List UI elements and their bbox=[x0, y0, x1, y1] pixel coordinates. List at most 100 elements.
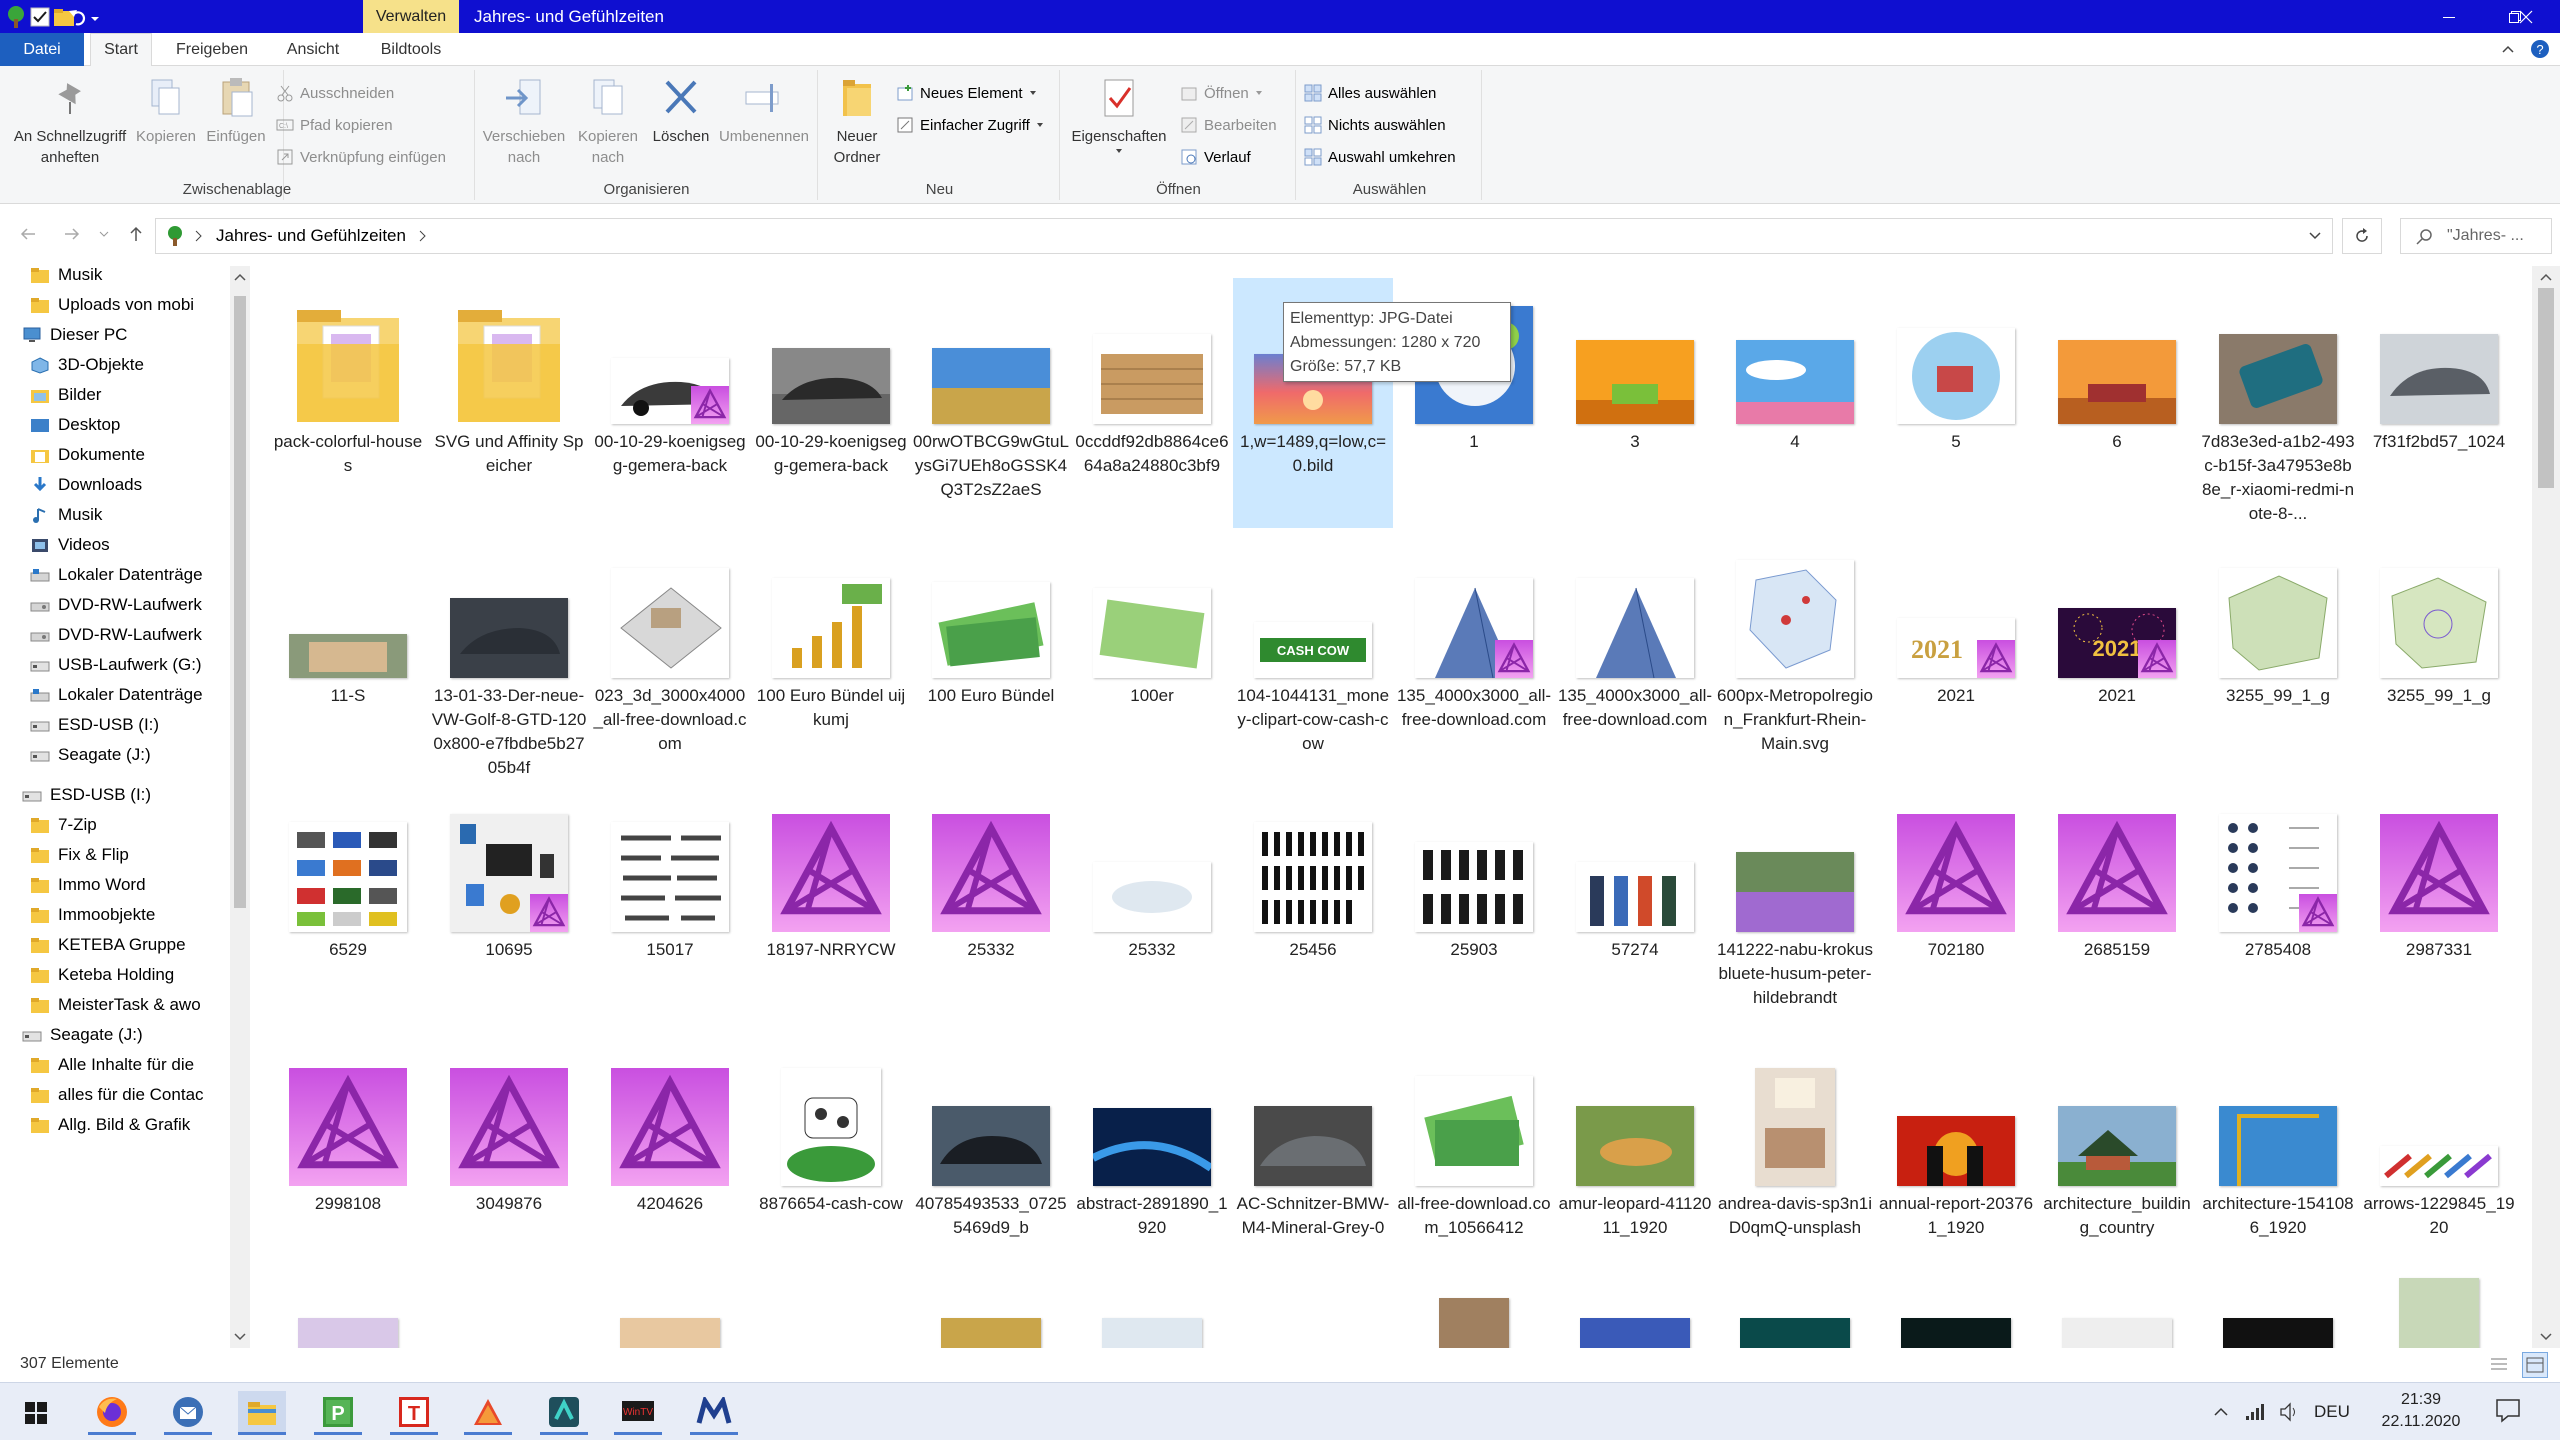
file-item[interactable]: 00-10-29-koenigsegg-gemera-back bbox=[751, 278, 911, 528]
taskbar-wintv[interactable]: WinTV bbox=[614, 1391, 662, 1435]
select-none-button[interactable]: Nichts auswählen bbox=[1304, 112, 1446, 138]
navigation-scroll-thumb[interactable] bbox=[234, 296, 246, 908]
file-item[interactable]: 702180 bbox=[1876, 786, 2036, 1036]
file-item[interactable]: 4204626 bbox=[590, 1040, 750, 1290]
file-item[interactable]: 15017 bbox=[590, 786, 750, 1036]
new-folder-button[interactable]: Neuer Ordner bbox=[824, 74, 890, 168]
copy-button[interactable]: Kopieren bbox=[134, 74, 198, 147]
file-item[interactable]: 00rwOTBCG9wGtuLysGi7UEh8oGSSK4Q3T2sZ2aeS bbox=[911, 278, 1071, 528]
nav-item[interactable]: Lokaler Datenträge bbox=[0, 678, 230, 712]
nav-item[interactable]: USB-Laufwerk (G:) bbox=[0, 648, 230, 682]
search-box[interactable]: "Jahres- ... bbox=[2400, 218, 2552, 254]
cut-button[interactable]: Ausschneiden bbox=[276, 80, 394, 106]
network-icon[interactable] bbox=[2244, 1401, 2266, 1423]
nav-item[interactable]: Fix & Flip bbox=[0, 838, 230, 872]
file-item[interactable]: 100 Euro Bündel uijkumj bbox=[751, 532, 911, 782]
file-item[interactable]: 2021 2021 bbox=[2037, 532, 2197, 782]
nav-item[interactable]: Uploads von mobi bbox=[0, 288, 230, 322]
taskbar-app-p[interactable]: P bbox=[314, 1391, 362, 1435]
file-item[interactable]: 25332 bbox=[911, 786, 1071, 1036]
taskbar-app-t[interactable]: T bbox=[390, 1391, 438, 1435]
thumbnail-image[interactable] bbox=[2062, 1318, 2172, 1348]
properties-quick-icon[interactable] bbox=[28, 5, 52, 29]
open-button[interactable]: Öffnen bbox=[1180, 80, 1263, 106]
scroll-down-icon[interactable] bbox=[2532, 1326, 2560, 1346]
tab-datei[interactable]: Datei bbox=[0, 33, 84, 66]
file-item[interactable]: 2785408 bbox=[2198, 786, 2358, 1036]
file-item[interactable]: 8876654-cash-cow bbox=[751, 1040, 911, 1290]
scroll-up-icon[interactable] bbox=[2532, 268, 2560, 288]
nav-item[interactable]: 3D-Objekte bbox=[0, 348, 230, 382]
file-item[interactable]: 10695 bbox=[429, 786, 589, 1036]
nav-item[interactable]: ESD-USB (I:) bbox=[0, 708, 230, 742]
file-item[interactable]: architecture-1541086_1920 bbox=[2198, 1040, 2358, 1290]
help-icon[interactable]: ? bbox=[2530, 39, 2550, 59]
file-item[interactable]: 2685159 bbox=[2037, 786, 2197, 1036]
file-item[interactable]: 3 bbox=[1555, 278, 1715, 528]
file-item[interactable]: 100er bbox=[1072, 532, 1232, 782]
nav-item[interactable]: Downloads bbox=[0, 468, 230, 502]
file-item[interactable]: 2987331 bbox=[2359, 786, 2519, 1036]
tray-chevron-up-icon[interactable] bbox=[2210, 1401, 2232, 1423]
file-item[interactable]: AC-Schnitzer-BMW-M4-Mineral-Grey-0 bbox=[1233, 1040, 1393, 1290]
new-item-button[interactable]: Neues Element bbox=[896, 80, 1037, 106]
copy-to-button[interactable]: Kopieren nach bbox=[570, 74, 646, 168]
nav-item[interactable]: Lokaler Datenträge bbox=[0, 558, 230, 592]
file-item[interactable]: arrows-1229845_1920 bbox=[2359, 1040, 2519, 1290]
nav-item[interactable]: DVD-RW-Laufwerk bbox=[0, 618, 230, 652]
taskbar-explorer[interactable] bbox=[238, 1391, 286, 1435]
scroll-up-icon[interactable] bbox=[230, 268, 250, 288]
nav-item[interactable]: Dokumente bbox=[0, 438, 230, 472]
content-scrollbar[interactable] bbox=[2532, 266, 2560, 1348]
taskbar-app-arrow[interactable] bbox=[540, 1391, 588, 1435]
file-item[interactable]: 7d83e3ed-a1b2-493c-b15f-3a47953e8b8e_r-x… bbox=[2198, 278, 2358, 528]
file-item[interactable]: 25903 bbox=[1394, 786, 1554, 1036]
file-item[interactable]: architecture_building_country bbox=[2037, 1040, 2197, 1290]
nav-item[interactable]: ESD-USB (I:) bbox=[0, 778, 230, 812]
file-item[interactable]: 3255_99_1_g bbox=[2198, 532, 2358, 782]
file-item[interactable]: 2998108 bbox=[268, 1040, 428, 1290]
file-item[interactable]: 13-01-33-Der-neue-VW-Golf-8-GTD-1200x800… bbox=[429, 532, 589, 782]
select-all-button[interactable]: Alles auswählen bbox=[1304, 80, 1436, 106]
nav-item[interactable]: Bilder bbox=[0, 378, 230, 412]
nav-item[interactable]: 7-Zip bbox=[0, 808, 230, 842]
delete-button[interactable]: Löschen bbox=[648, 74, 714, 147]
file-item[interactable]: 023_3d_3000x4000_all-free-download.com bbox=[590, 532, 750, 782]
pin-quick-access-button[interactable]: An Schnellzugriff anheften bbox=[6, 74, 134, 168]
nav-item[interactable]: Immoobjekte bbox=[0, 898, 230, 932]
file-item[interactable]: amur-leopard-4112011_1920 bbox=[1555, 1040, 1715, 1290]
breadcrumb-chevron-icon[interactable] bbox=[418, 229, 428, 243]
thumbnail-image[interactable] bbox=[1740, 1318, 1850, 1348]
undo-icon[interactable] bbox=[66, 5, 90, 29]
forward-button[interactable] bbox=[58, 220, 86, 248]
close-button[interactable] bbox=[2492, 0, 2560, 33]
large-icons-view-icon[interactable] bbox=[2522, 1352, 2548, 1378]
file-item[interactable]: 6529 bbox=[268, 786, 428, 1036]
rename-button[interactable]: Umbenennen bbox=[714, 74, 814, 147]
file-item[interactable]: abstract-2891890_1920 bbox=[1072, 1040, 1232, 1290]
file-item[interactable]: 0ccddf92db8864ce664a8a24880c3bf9 bbox=[1072, 278, 1232, 528]
nav-item[interactable]: Dieser PC bbox=[0, 318, 230, 352]
file-item[interactable]: 4 bbox=[1715, 278, 1875, 528]
thumbnail-image[interactable] bbox=[2223, 1318, 2333, 1348]
clock[interactable]: 21:39 22.11.2020 bbox=[2366, 1389, 2476, 1433]
navigation-scrollbar[interactable] bbox=[230, 266, 250, 1348]
file-item[interactable]: annual-report-203761_1920 bbox=[1876, 1040, 2036, 1290]
address-history-chevron-icon[interactable] bbox=[2308, 231, 2322, 241]
file-item[interactable]: 135_4000x3000_all-free-download.com bbox=[1555, 532, 1715, 782]
nav-item[interactable]: MeisterTask & awo bbox=[0, 988, 230, 1022]
taskbar-thunderbird[interactable] bbox=[164, 1391, 212, 1435]
file-item[interactable]: 57274 bbox=[1555, 786, 1715, 1036]
content-scroll-thumb[interactable] bbox=[2538, 288, 2554, 488]
tab-freigeben[interactable]: Freigeben bbox=[162, 33, 262, 66]
file-item[interactable]: 11-S bbox=[268, 532, 428, 782]
taskbar-app-m[interactable] bbox=[690, 1391, 738, 1435]
file-item[interactable]: 3255_99_1_g bbox=[2359, 532, 2519, 782]
file-item[interactable]: 5 bbox=[1876, 278, 2036, 528]
scroll-down-icon[interactable] bbox=[230, 1326, 250, 1346]
thumbnail-image[interactable] bbox=[1102, 1318, 1202, 1348]
nav-item[interactable]: DVD-RW-Laufwerk bbox=[0, 588, 230, 622]
file-item[interactable]: 3049876 bbox=[429, 1040, 589, 1290]
file-item[interactable]: 7f31f2bd57_1024 bbox=[2359, 278, 2519, 528]
edit-button[interactable]: Bearbeiten bbox=[1180, 112, 1277, 138]
